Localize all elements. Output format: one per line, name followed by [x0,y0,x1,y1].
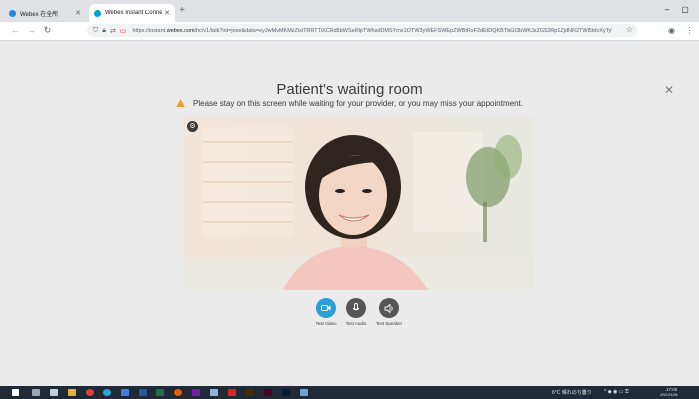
settings-gear-icon[interactable]: ⚙ [187,121,198,132]
new-tab-button[interactable]: + [176,5,188,17]
tab-title: Webex Instant Connect [105,10,162,16]
microphone-icon[interactable] [346,298,366,318]
edge-icon[interactable] [103,389,111,396]
waiting-room-page: Patient's waiting room Please stay on th… [0,41,699,386]
shield-icon[interactable]: ⛉ [93,27,98,35]
weather-widget[interactable]: 6°C 晴れのち曇り [552,389,592,396]
photos-icon[interactable] [300,389,308,396]
test-video-button[interactable]: Test Video [310,298,342,326]
test-video-label: Test Video [315,321,337,326]
video-preview: ⚙ [183,117,533,290]
minimize-button[interactable]: – [660,4,674,16]
tab-webex[interactable]: Webex 在全所 ✕ [4,4,86,22]
firefox-icon[interactable] [174,389,182,396]
tab-webex-instant-connect[interactable]: Webex Instant Connect ✕ [89,4,175,22]
maximize-button[interactable]: ▢ [678,4,692,16]
indesign-icon[interactable] [264,389,272,396]
browser-toolbar: ← → ↻ ⛉ 🔒︎ ⇄ ▭ https://instant.webex.com… [0,22,699,41]
back-button[interactable]: ← [10,25,21,36]
clock-time[interactable]: 17:00 [666,387,677,392]
extension-icon[interactable]: ◉ [666,25,677,36]
page-title: Patient's waiting room [276,81,423,98]
test-audio-label: Test Audio [345,321,367,326]
video-frame-image [183,117,533,290]
notice-text: Please stay on this screen while waiting… [193,99,523,108]
notice-message: Please stay on this screen while waiting… [0,99,699,108]
forward-button[interactable]: → [26,25,37,36]
webex-icon [94,9,101,17]
url-domain: webex.com [166,27,195,34]
camera-icon[interactable]: ▭ [120,27,127,35]
video-camera-icon[interactable] [316,298,336,318]
warning-icon [176,99,185,107]
acrobat-icon[interactable] [228,389,236,396]
windows-start-icon[interactable] [12,389,19,396]
mail-icon[interactable] [121,389,129,396]
webex-icon [9,9,16,17]
task-view-icon[interactable] [50,389,58,396]
test-speaker-button[interactable]: Test Speaker [373,298,405,326]
close-icon[interactable]: ✕ [664,84,674,96]
menu-icon[interactable]: ⋮ [684,25,695,36]
search-icon[interactable] [32,389,40,396]
photoshop-icon[interactable] [282,389,290,396]
windows-taskbar: 6°C 晴れのち曇り ^ ◆ ◉ ▭ ⚿ 17:00 2021/01/06 [0,386,699,399]
tab-title: Webex 在全所 [20,11,59,18]
test-audio-button[interactable]: Test Audio [340,298,372,326]
close-icon[interactable]: ✕ [162,9,172,17]
word-icon[interactable] [139,389,147,396]
illustrator-icon[interactable] [246,389,254,396]
address-bar[interactable]: ⛉ 🔒︎ ⇄ ▭ https://instant.webex.com/hc/v1… [87,24,637,37]
notepad-icon[interactable] [210,389,218,396]
excel-icon[interactable] [156,389,164,396]
reload-button[interactable]: ↻ [42,25,53,36]
browser-tab-strip: Webex 在全所 ✕ Webex Instant Connect ✕ + – … [0,0,699,22]
bookmark-star-icon[interactable]: ☆ [626,25,633,34]
lock-icon[interactable]: 🔒︎ [102,27,106,35]
clock-date[interactable]: 2021/01/06 [660,393,678,397]
file-explorer-icon[interactable] [68,389,76,396]
system-tray-icons[interactable]: ^ ◆ ◉ ▭ ⚿ [604,389,629,395]
permissions-icon[interactable]: ⇄ [110,27,116,35]
onenote-icon[interactable] [192,389,200,396]
speaker-icon[interactable] [379,298,399,318]
test-speaker-label: Test Speaker [375,321,403,326]
chrome-icon[interactable] [86,389,94,396]
device-test-controls: Test Video Test Audio Test Speaker [310,298,410,330]
url-text: https://instant.webex.com/hc/v1/talk?int… [132,27,612,34]
close-icon[interactable]: ✕ [73,9,83,17]
